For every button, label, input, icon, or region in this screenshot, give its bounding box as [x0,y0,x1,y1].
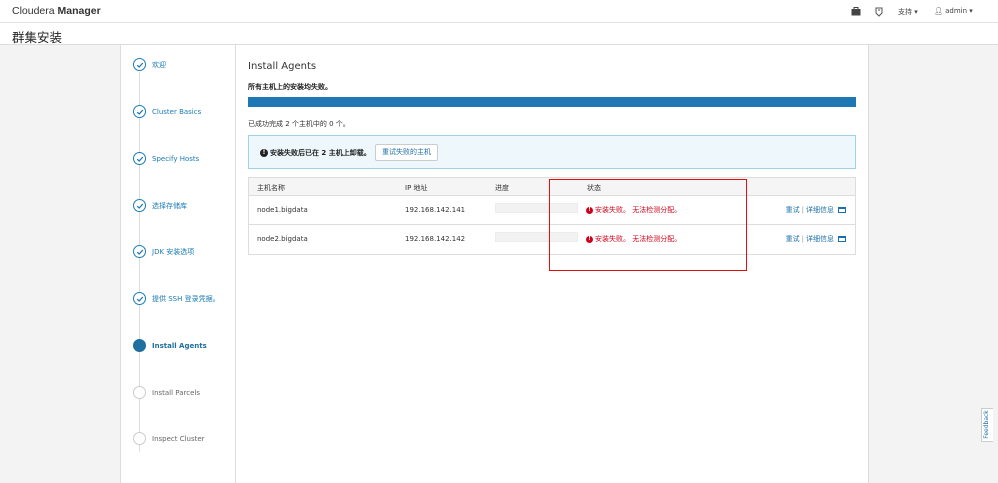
success-count: 已成功完成 2 个主机中的 0 个。 [248,120,350,128]
user-icon: 👤︎ [934,7,943,15]
feedback-label: Feedback [982,410,990,439]
wizard-step-label: Specify Hosts [152,155,200,163]
title-bar: 群集安装 [0,23,998,45]
check-circle-icon [133,245,146,258]
column-header-progress: 进度 [495,184,509,192]
check-circle-icon [133,152,146,165]
step-circle-icon [133,386,146,399]
user-menu[interactable]: 👤︎ admin ▾ [934,7,973,15]
install-summary: 所有主机上的安装均失败。 [248,83,332,91]
retry-link[interactable]: 重试 [786,205,800,215]
support-label: 支持 [898,8,912,16]
column-header-host: 主机名称 [257,184,285,192]
wizard-step-label: Inspect Cluster [152,435,205,443]
info-icon: ! [260,149,268,157]
top-navbar: Cloudera Manager 支持 ▾ 👤︎ admin ▾ [0,0,998,23]
brand-name-bold: Manager [57,5,101,17]
progress-fill [248,97,856,107]
retry-failed-hosts-button[interactable]: 重试失败的主机 [375,144,438,161]
feedback-tab[interactable]: Feedback [981,408,993,442]
popup-window-icon[interactable] [838,236,846,242]
wizard-panel: 欢迎 Cluster Basics Specify Hosts 选择存储库 JDK 安装… [120,45,869,483]
wizard-step-label: 欢迎 [152,61,166,69]
uninstall-alert: ! 安装失败后已在 2 主机上卸载。 重试失败的主机 [248,135,856,169]
brand-name: Cloudera [12,5,55,17]
wizard-step-label: 选择存储库 [152,202,187,210]
wizard-step[interactable]: Install Agents [133,339,233,369]
wizard-step[interactable]: 选择存储库 [133,199,233,229]
briefcase-icon[interactable] [850,6,862,17]
host-ip: 192.168.142.141 [405,206,466,214]
wizard-step: Inspect Cluster [133,432,233,462]
wizard-step[interactable]: JDK 安装选项 [133,245,233,275]
overall-progress-bar [248,97,856,107]
host-ip: 192.168.142.142 [405,235,466,243]
column-header-ip: IP 地址 [405,184,428,192]
popup-window-icon[interactable] [838,207,846,213]
separator: | [801,206,804,214]
caret-down-icon: ▾ [914,8,918,16]
separator: | [801,235,804,243]
host-name: node1.bigdata [257,206,308,214]
check-circle-icon [133,292,146,305]
step-circle-icon [133,432,146,445]
wizard-step-label: Install Parcels [152,389,200,397]
check-circle-icon [133,105,146,118]
alert-text: 安装失败后已在 2 主机上卸载。 [270,149,371,157]
wizard-step[interactable]: Cluster Basics [133,105,233,135]
wizard-step-label: 提供 SSH 登录凭据。 [152,295,220,303]
running-commands-icon[interactable] [873,6,885,17]
details-link[interactable]: 详细信息 [806,234,834,244]
check-circle-icon [133,199,146,212]
annotation-highlight-box [549,179,747,271]
row-actions: 重试 | 详细信息 [786,234,846,244]
host-name: node2.bigdata [257,235,308,243]
wizard-step-label: JDK 安装选项 [152,248,195,256]
wizard-step[interactable]: Specify Hosts [133,152,233,182]
wizard-step[interactable]: 欢迎 [133,58,233,88]
check-circle-icon [133,58,146,71]
details-link[interactable]: 详细信息 [806,205,834,215]
wizard-step[interactable]: 提供 SSH 登录凭据。 [133,292,233,322]
wizard-step-label: Cluster Basics [152,108,202,116]
row-actions: 重试 | 详细信息 [786,205,846,215]
wizard-step-label: Install Agents [152,342,207,350]
caret-down-icon: ▾ [969,7,973,15]
step-circle-icon [133,339,146,352]
page-title: 群集安装 [12,30,63,45]
section-heading: Install Agents [248,61,317,72]
user-label: admin [945,7,968,15]
brand-logo[interactable]: Cloudera Manager [12,5,101,17]
wizard-step: Install Parcels [133,386,233,416]
retry-link[interactable]: 重试 [786,234,800,244]
support-menu[interactable]: 支持 ▾ [898,7,918,17]
wizard-steps: 欢迎 Cluster Basics Specify Hosts 选择存储库 JDK 安装… [121,45,236,483]
